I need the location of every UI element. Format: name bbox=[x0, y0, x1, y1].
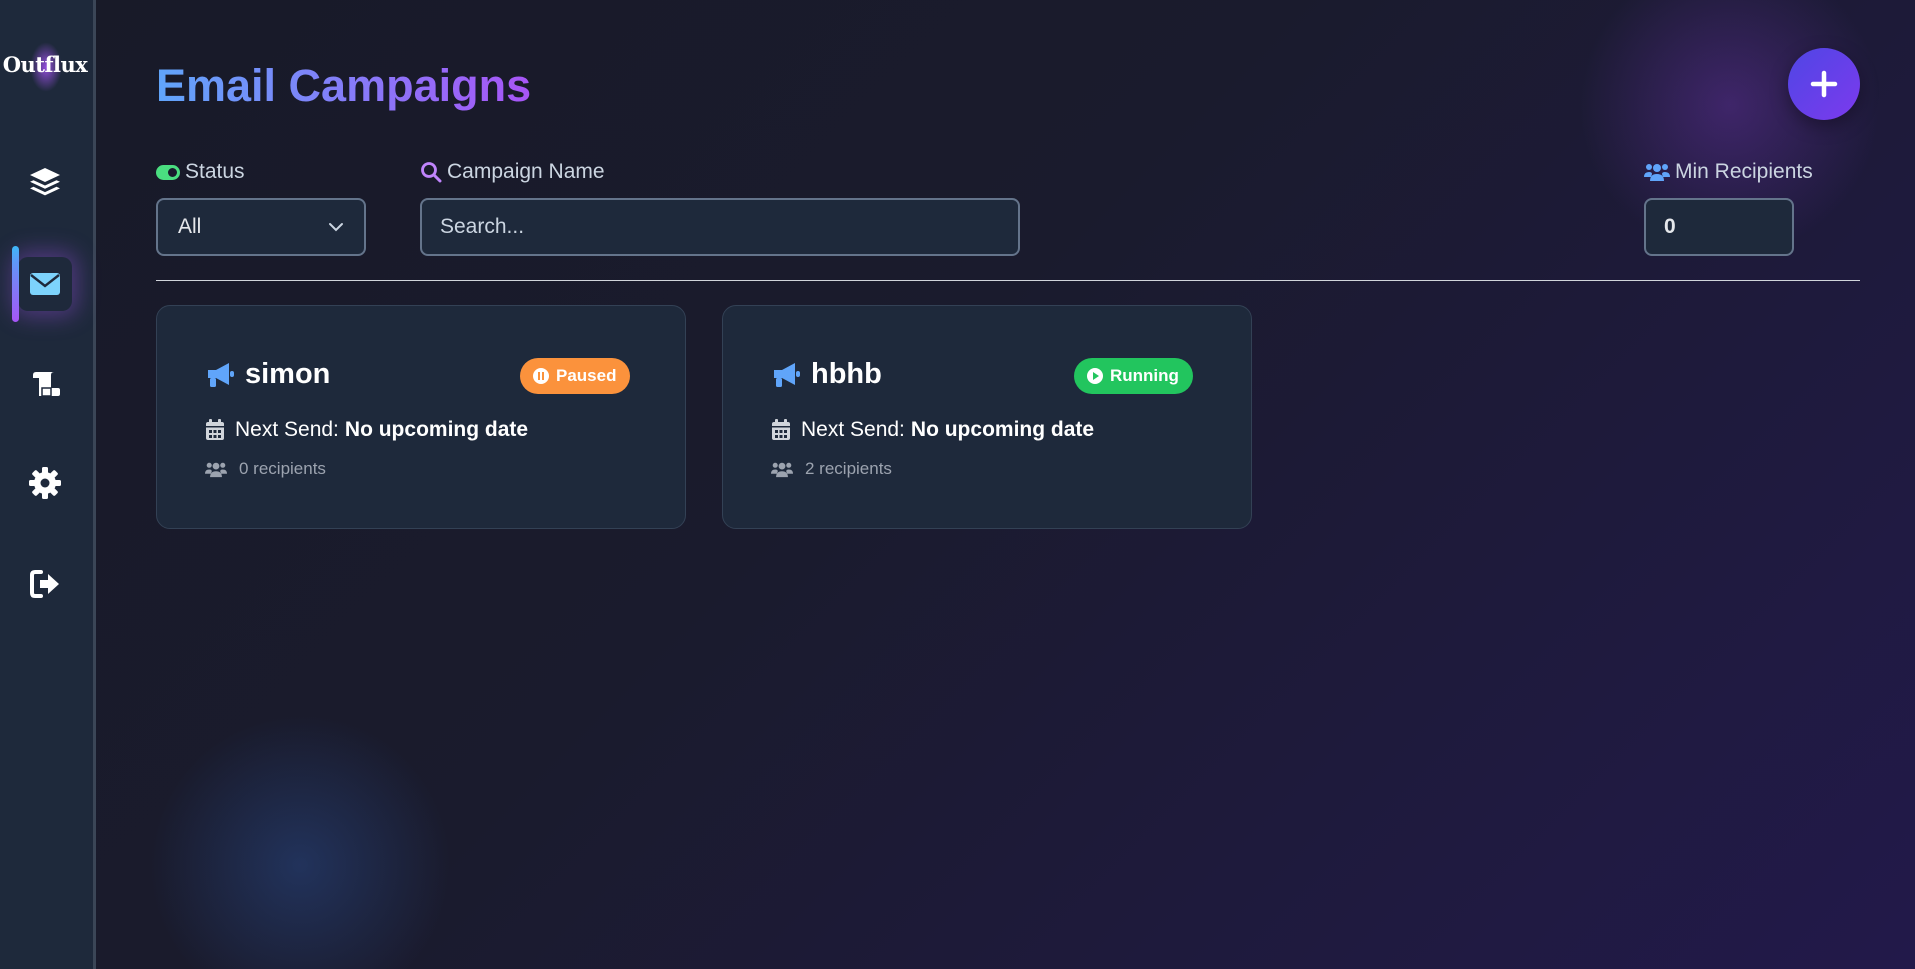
campaign-search-input[interactable] bbox=[420, 198, 1020, 256]
users-icon bbox=[205, 462, 227, 477]
sidebar-item-logout[interactable] bbox=[18, 557, 72, 611]
campaign-card-header: simon bbox=[205, 358, 330, 391]
status-selected-value: All bbox=[178, 215, 202, 238]
next-send-label: Next Send: bbox=[235, 418, 339, 441]
search-icon bbox=[421, 162, 442, 183]
status-badge: Running bbox=[1074, 358, 1193, 394]
sidebar-item-settings[interactable] bbox=[18, 456, 72, 510]
recipients-row: 2 recipients bbox=[771, 459, 892, 479]
campaign-name-filter-label: Campaign Name bbox=[420, 160, 605, 184]
recipients-count: 2 recipients bbox=[805, 459, 892, 478]
gear-icon bbox=[29, 467, 61, 499]
next-send-row: Next Send: No upcoming date bbox=[205, 418, 528, 442]
next-send-value: No upcoming date bbox=[344, 418, 529, 441]
megaphone-icon bbox=[208, 362, 234, 387]
min-recipients-input[interactable]: 0 bbox=[1644, 198, 1794, 256]
scroll-icon bbox=[33, 372, 60, 397]
next-send-label: Next Send: bbox=[801, 418, 905, 441]
min-recipients-filter-label: Min Recipients bbox=[1644, 160, 1813, 184]
campaign-card-header: hbhb bbox=[771, 358, 882, 391]
sidebar: Outflux bbox=[0, 0, 96, 969]
recipients-count: 0 recipients bbox=[239, 459, 326, 478]
campaign-name: hbhb bbox=[811, 358, 882, 390]
megaphone-icon bbox=[774, 362, 800, 387]
layers-icon bbox=[30, 168, 60, 196]
campaign-card[interactable]: simon Paused Next Send: No upcoming date bbox=[156, 305, 686, 529]
plus-icon bbox=[1810, 70, 1838, 98]
status-badge: Paused bbox=[520, 358, 631, 394]
calendar-icon bbox=[206, 419, 224, 440]
envelope-icon bbox=[30, 273, 60, 295]
campaign-name: simon bbox=[245, 358, 331, 390]
sign-out-icon bbox=[30, 570, 59, 598]
recipients-row: 0 recipients bbox=[205, 459, 326, 479]
add-campaign-button[interactable] bbox=[1788, 48, 1860, 120]
divider bbox=[156, 280, 1860, 281]
min-recipients-label-text: Min Recipients bbox=[1675, 160, 1813, 183]
chevron-down-icon bbox=[329, 223, 343, 232]
status-select[interactable]: All bbox=[156, 198, 366, 256]
app-logo[interactable]: Outflux bbox=[0, 52, 90, 77]
page-title: Email Campaigns bbox=[156, 60, 532, 111]
users-icon bbox=[1644, 164, 1670, 181]
next-send-row: Next Send: No upcoming date bbox=[771, 418, 1094, 442]
sidebar-item-templates[interactable] bbox=[18, 357, 72, 411]
sidebar-item-dashboard[interactable] bbox=[18, 155, 72, 209]
status-label-text: Status bbox=[185, 160, 245, 183]
status-filter-label: Status bbox=[156, 160, 245, 184]
status-badge-label: Running bbox=[1110, 366, 1179, 385]
pause-icon bbox=[533, 368, 549, 384]
status-badge-label: Paused bbox=[556, 366, 617, 385]
campaign-card[interactable]: hbhb Running Next Send: No upcoming date bbox=[722, 305, 1252, 529]
next-send-value: No upcoming date bbox=[910, 418, 1095, 441]
play-icon bbox=[1087, 368, 1103, 384]
toggle-icon bbox=[156, 164, 180, 180]
campaign-name-label-text: Campaign Name bbox=[447, 160, 605, 183]
sidebar-item-campaigns[interactable] bbox=[18, 257, 72, 311]
calendar-icon bbox=[772, 419, 790, 440]
users-icon bbox=[771, 462, 793, 477]
